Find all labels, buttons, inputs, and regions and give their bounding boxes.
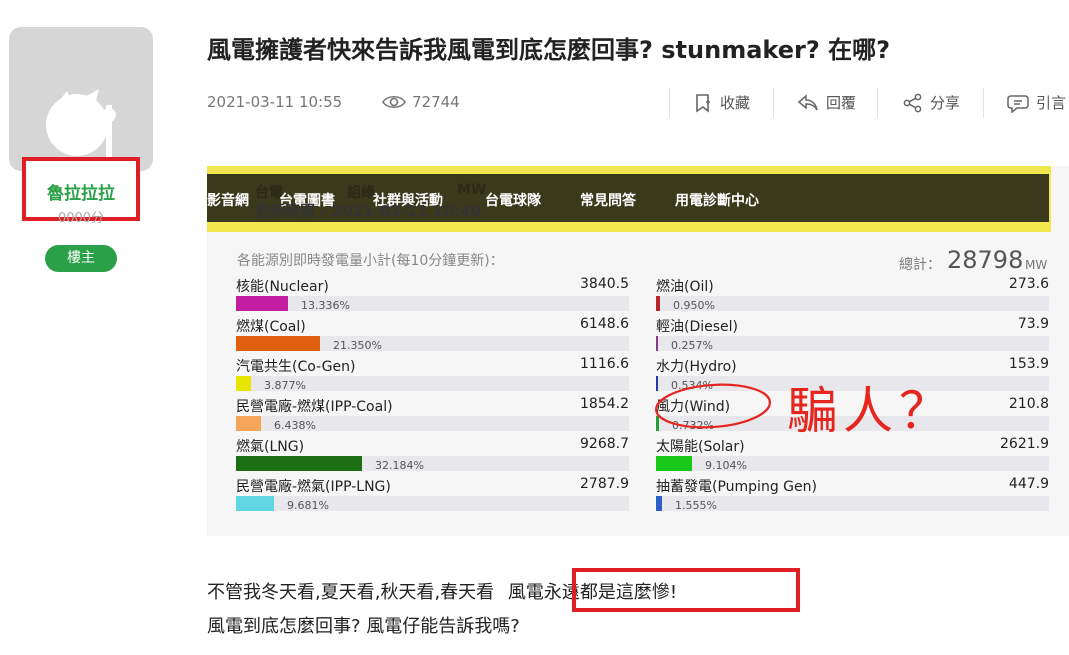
reply-label: 回覆 xyxy=(826,94,857,112)
body-line-2: 風電到底怎麼回事? 風電仔能告訴我嗎? xyxy=(207,616,520,637)
view-count: 72744 xyxy=(382,93,460,111)
eye-icon xyxy=(382,95,406,109)
post-title: 風電擁護者快來告訴我風電到底怎麼回事? stunmaker? 在哪? xyxy=(207,36,891,64)
divider xyxy=(773,88,774,118)
handwritten-annotation: 騙人？ xyxy=(655,382,955,440)
divider xyxy=(877,88,878,118)
text-highlight-box xyxy=(572,568,800,612)
share-icon xyxy=(903,93,922,112)
quote-label: 引言 xyxy=(1036,94,1067,112)
op-badge: 樓主 xyxy=(45,245,117,272)
reply-icon xyxy=(797,93,818,110)
share-label: 分享 xyxy=(930,94,961,112)
wind-circle-annotation xyxy=(655,383,771,429)
divider xyxy=(983,88,984,118)
reply-button[interactable]: 回覆 xyxy=(797,92,856,113)
embedded-screenshot[interactable]: 台電 組綠 MW 影音網 台電圖書 社群與活動 台電球隊 常見問答 用電診斷中心… xyxy=(207,166,1069,536)
post-meta-bar: 2021-03-11 10:55 72744 收藏 回覆 分享 引言 xyxy=(207,88,1069,118)
body-line-1-prefix: 不管我冬天看,夏天看,秋天看,春天看 xyxy=(207,582,495,603)
share-button[interactable]: 分享 xyxy=(903,92,960,113)
bookmark-button[interactable]: 收藏 xyxy=(693,92,750,113)
bookmark-label: 收藏 xyxy=(720,94,751,112)
quote-icon xyxy=(1007,94,1029,113)
default-avatar-icon xyxy=(46,89,116,157)
handwritten-text: 騙人？ xyxy=(787,382,955,440)
post-date: 2021-03-11 10:55 xyxy=(207,93,343,111)
quote-button[interactable]: 引言 xyxy=(1007,92,1066,113)
divider xyxy=(669,88,670,118)
view-count-value: 72744 xyxy=(412,93,460,111)
author-points: 0000分 xyxy=(57,211,105,226)
bookmark-icon xyxy=(696,93,710,113)
avatar[interactable] xyxy=(9,27,153,171)
author-name[interactable]: 魯拉拉拉 xyxy=(26,179,136,204)
